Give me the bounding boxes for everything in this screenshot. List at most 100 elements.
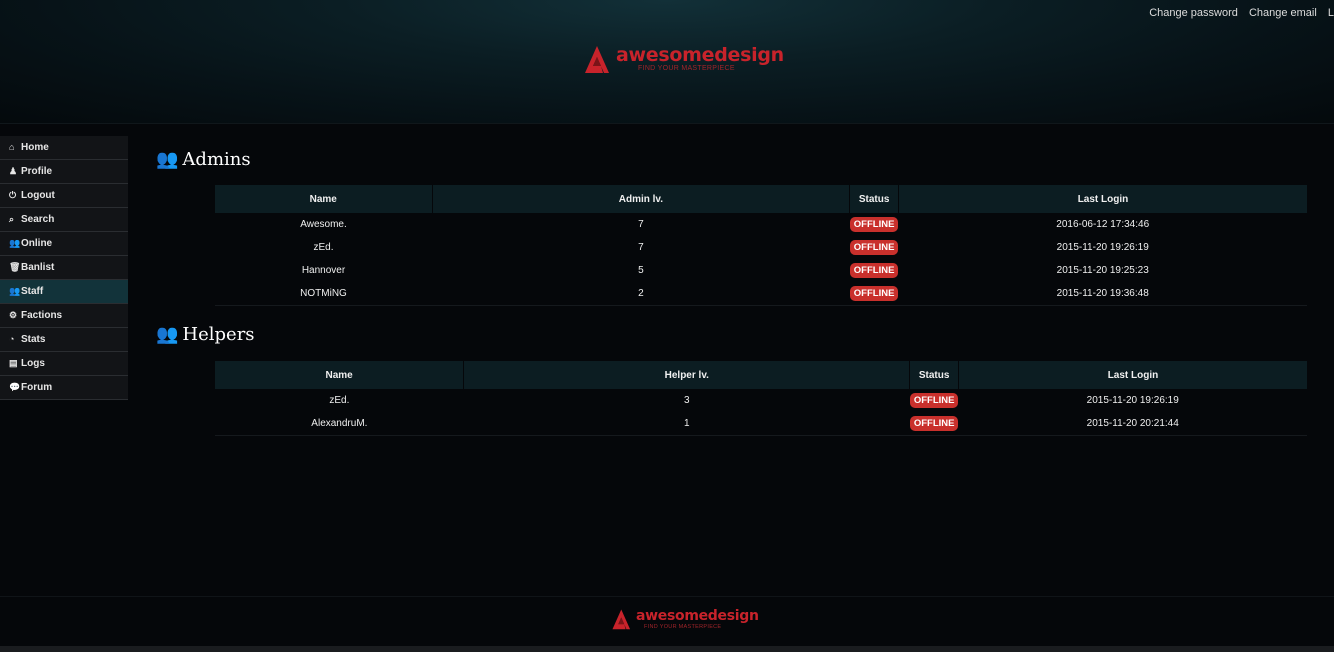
cell-level: 5	[638, 265, 644, 276]
bottom-strip	[0, 646, 1334, 652]
cell-name: zEd.	[329, 395, 350, 406]
page: Change password Change email L awesomede…	[0, 0, 1334, 652]
col-last-login[interactable]: Last Login	[897, 185, 1307, 213]
sidebar-item-home[interactable]: ⌂ Home	[0, 136, 128, 160]
sidebar-item-label: Stats	[21, 334, 46, 345]
cell-level: 7	[638, 219, 644, 230]
cell-last-login: 2015-11-20 19:36:48	[898, 282, 1307, 306]
col-last-login[interactable]: Last Login	[957, 361, 1307, 389]
sidebar-item-label: Logs	[21, 358, 45, 369]
sidebar-item-label: Online	[21, 238, 53, 249]
sidebar-item-factions[interactable]: ⚙ Factions	[0, 304, 128, 328]
col-status[interactable]: Status	[909, 361, 959, 389]
cell-last-login: 2016-06-12 17:34:46	[1056, 219, 1150, 230]
gears-icon: ⚙	[9, 310, 18, 320]
user-icon: ♟	[9, 166, 18, 176]
sidebar-item-online[interactable]: 👥 Online	[0, 232, 128, 256]
logo-tagline: FIND YOUR MASTERPIECE	[638, 65, 735, 72]
users-icon: 👥	[9, 286, 21, 296]
account-links: Change password Change email L	[1149, 7, 1334, 19]
sidebar-item-label: Home	[21, 142, 49, 153]
users-icon: 👥	[156, 324, 179, 345]
cell-level: 3	[684, 395, 690, 406]
site-logo[interactable]: awesomedesign FIND YOUR MASTERPIECE	[583, 44, 784, 74]
logo-brand-text: awesomedesign	[616, 44, 784, 66]
cell-level: 1	[463, 412, 910, 436]
cell-last-login: 2015-11-20 19:25:23	[1056, 265, 1149, 276]
status-badge: OFFLINE	[849, 263, 899, 278]
cell-name: Awesome.	[300, 219, 347, 230]
sidebar-item-forum[interactable]: 💬 Forum	[0, 376, 128, 400]
sidebar-item-label: Factions	[21, 310, 63, 321]
cell-status: OFFLINE	[849, 282, 899, 306]
cell-name: zEd.	[313, 242, 334, 253]
cell-status: OFFLINE	[849, 259, 899, 282]
sidebar-item-label: Banlist	[21, 262, 55, 273]
helpers-heading: 👥 Helpers	[156, 324, 255, 345]
sidebar-item-label: Search	[21, 214, 55, 225]
cell-level: 2	[432, 282, 850, 306]
admins-header-row: Name Admin lv. Status Last Login	[215, 185, 1307, 213]
helpers-table: Name Helper lv. Status Last Login zEd. 3 O…	[215, 361, 1307, 436]
logout-link-truncated[interactable]: L	[1328, 7, 1334, 19]
logo-mark-icon	[612, 609, 631, 630]
gauge-icon: ◔	[9, 334, 15, 344]
change-password-link[interactable]: Change password	[1149, 7, 1238, 19]
sidebar-item-logs[interactable]: ▤ Logs	[0, 352, 128, 376]
status-badge: OFFLINE	[909, 416, 959, 431]
trash-icon: 🗑	[9, 262, 21, 272]
sidebar-item-banlist[interactable]: 🗑 Banlist	[0, 256, 128, 280]
table-row: zEd. 3 OFFLINE 2015-11-20 19:26:19	[215, 389, 1307, 412]
table-row: zEd. 7 OFFLINE 2015-11-20 19:26:19	[215, 236, 1307, 259]
cell-name: AlexandruM.	[215, 412, 464, 436]
admins-table: Name Admin lv. Status Last Login Awesome…	[215, 185, 1307, 306]
sidebar-item-label: Forum	[21, 382, 53, 393]
search-icon: ⌕	[9, 214, 15, 224]
sidebar-item-stats[interactable]: ◔ Stats	[0, 328, 128, 352]
logo-brand-text: awesomedesign	[636, 607, 759, 624]
sidebar-item-search[interactable]: ⌕ Search	[0, 208, 128, 232]
header: Change password Change email L awesomede…	[0, 0, 1334, 124]
table-row: AlexandruM. 1 OFFLINE 2015-11-20 20:21:44	[215, 412, 1307, 436]
cell-level: 7	[638, 242, 644, 253]
cell-status: OFFLINE	[909, 412, 959, 436]
logo-mark-icon	[585, 46, 609, 73]
sidebar-item-label: Profile	[21, 166, 53, 177]
col-status[interactable]: Status	[849, 185, 899, 213]
helpers-title: Helpers	[182, 324, 255, 345]
admins-heading: 👥 Admins	[156, 149, 251, 170]
sidebar-item-label: Logout	[21, 190, 55, 201]
col-helper-level[interactable]: Helper lv.	[463, 361, 910, 389]
sidebar-item-logout[interactable]: ⏻ Logout	[0, 184, 128, 208]
cell-last-login: 2015-11-20 19:26:19	[1086, 395, 1179, 406]
sidebar-nav: ⌂ Home ♟ Profile ⏻ Logout ⌕ Search 👥 Online 🗑 Banli…	[0, 136, 128, 400]
table-row: Hannover 5 OFFLINE 2015-11-20 19:25:23	[215, 259, 1307, 282]
home-icon: ⌂	[9, 142, 15, 152]
sidebar-item-label: Staff	[21, 286, 44, 297]
cell-status: OFFLINE	[849, 236, 899, 259]
status-badge: OFFLINE	[849, 286, 899, 301]
power-icon: ⏻	[9, 190, 17, 200]
col-name[interactable]: Name	[215, 185, 433, 213]
status-badge: OFFLINE	[909, 393, 959, 408]
table-row: Awesome. 7 OFFLINE 2016-06-12 17:34:46	[215, 213, 1307, 236]
cell-name: Hannover	[301, 265, 346, 276]
cell-name: NOTMiNG	[215, 282, 433, 306]
users-icon: 👥	[156, 149, 179, 170]
helpers-header-row: Name Helper lv. Status Last Login	[215, 361, 1307, 389]
cell-last-login: 2015-11-20 20:21:44	[958, 412, 1307, 436]
table-row: NOTMiNG 2 OFFLINE 2015-11-20 19:36:48	[215, 282, 1307, 306]
status-badge: OFFLINE	[849, 217, 899, 232]
footer-logo[interactable]: awesomedesign FIND YOUR MASTERPIECE	[611, 608, 759, 630]
cell-last-login: 2015-11-20 19:26:19	[1056, 242, 1149, 253]
change-email-link[interactable]: Change email	[1249, 7, 1317, 19]
col-name[interactable]: Name	[215, 361, 464, 389]
logo-tagline: FIND YOUR MASTERPIECE	[644, 623, 722, 630]
admins-title: Admins	[182, 149, 251, 170]
col-admin-level[interactable]: Admin lv.	[431, 185, 850, 213]
status-badge: OFFLINE	[849, 240, 899, 255]
comments-icon: 💬	[9, 382, 21, 392]
sidebar-item-profile[interactable]: ♟ Profile	[0, 160, 128, 184]
cell-status: OFFLINE	[909, 389, 959, 412]
sidebar-item-staff[interactable]: 👥 Staff	[0, 280, 128, 304]
